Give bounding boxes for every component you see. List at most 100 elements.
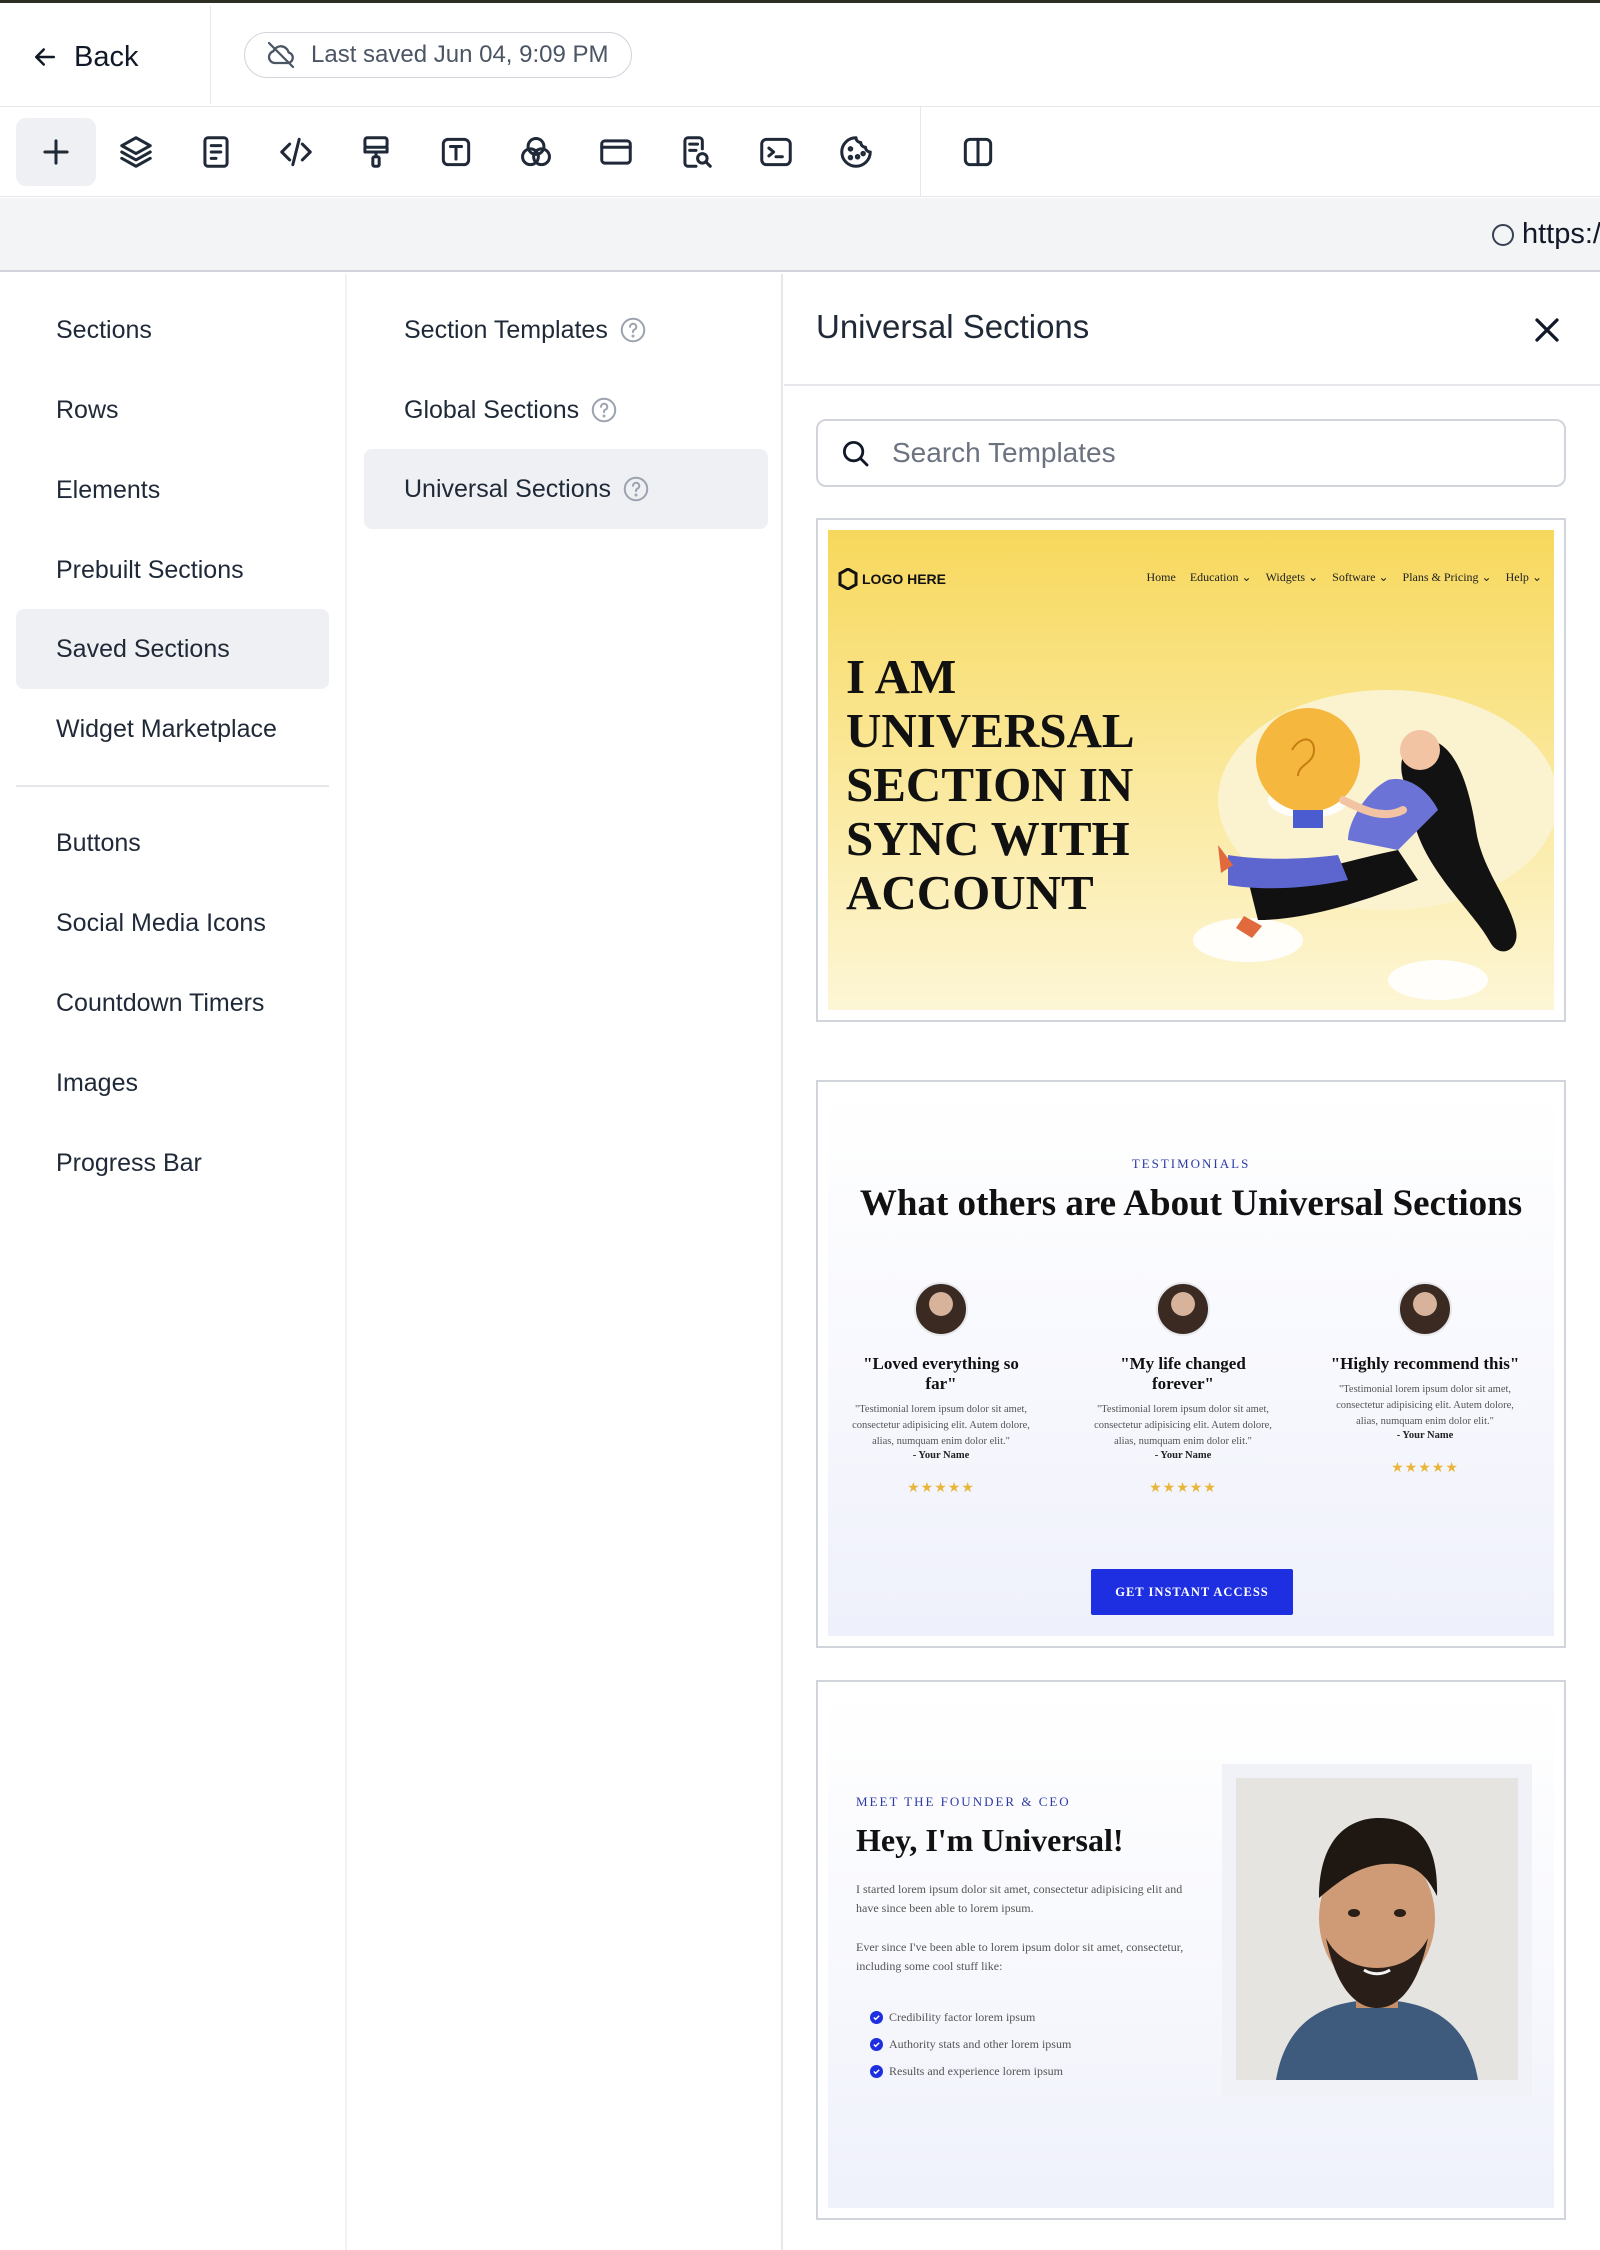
template-title: What others are About Universal Sections <box>859 1183 1523 1224</box>
seo-button[interactable] <box>656 118 736 186</box>
template-nav-item: Software ⌄ <box>1332 570 1389 584</box>
hexagon-logo-icon <box>838 568 858 590</box>
nav-item-images[interactable]: Images <box>16 1043 329 1123</box>
submenu-item-section-templates[interactable]: Section Templates <box>364 290 768 370</box>
nav-item-elements[interactable]: Elements <box>16 450 329 530</box>
add-elements-sidebar: Sections Rows Elements Prebuilt Sections… <box>0 274 345 2250</box>
template-card-hero[interactable]: LOGO HERE Home Education ⌄ Widgets ⌄ Sof… <box>816 518 1566 1022</box>
back-button[interactable]: Back <box>30 33 138 81</box>
nav-item-buttons[interactable]: Buttons <box>16 803 329 883</box>
checklist-item: Results and experience lorem ipsum <box>870 2058 1071 2085</box>
template-eyebrow: MEET THE FOUNDER & CEO <box>856 1794 1071 1809</box>
template-paragraph: I started lorem ipsum dolor sit amet, co… <box>856 1882 1183 1915</box>
template-nav-item: Help ⌄ <box>1505 570 1542 584</box>
cloud-off-icon <box>267 41 295 69</box>
avatar <box>1398 1282 1452 1336</box>
nav-item-widget-marketplace[interactable]: Widget Marketplace <box>16 689 329 769</box>
check-circle-icon <box>870 2065 883 2078</box>
template-nav-item: Education ⌄ <box>1189 570 1252 584</box>
nav-item-progress-bar[interactable]: Progress Bar <box>16 1123 329 1203</box>
template-preview: TESTIMONIALS What others are About Unive… <box>828 1092 1554 1636</box>
add-element-button[interactable] <box>16 118 96 186</box>
back-label: Back <box>74 40 139 73</box>
help-circle-icon[interactable] <box>618 315 648 345</box>
header-divider <box>210 6 211 104</box>
nav-item-saved-sections[interactable]: Saved Sections <box>16 609 329 689</box>
founder-photo <box>1236 1778 1518 2080</box>
panel-title: Universal Sections <box>816 308 1090 345</box>
submenu-item-universal-sections[interactable]: Universal Sections <box>364 449 768 529</box>
template-paragraph: Ever since I've been able to lorem ipsum… <box>856 1940 1184 1973</box>
testimonial-name: - Your Name <box>1396 1430 1454 1441</box>
help-circle-icon[interactable] <box>621 474 651 504</box>
submenu-item-label: Global Sections <box>404 395 580 424</box>
submenu-item-global-sections[interactable]: Global Sections <box>364 370 768 450</box>
search-input[interactable] <box>892 437 1532 469</box>
code-icon <box>280 137 312 167</box>
template-logo: LOGO HERE <box>838 568 946 590</box>
template-nav-item: Plans & Pricing ⌄ <box>1402 570 1492 584</box>
template-card-testimonials[interactable]: TESTIMONIALS What others are About Unive… <box>816 1080 1566 1648</box>
terminal-icon <box>760 137 792 167</box>
cookie-icon <box>840 136 872 168</box>
template-preview: MEET THE FOUNDER & CEO Hey, I'm Universa… <box>828 1692 1554 2208</box>
editor-toolbar <box>0 107 1600 197</box>
template-card-founder[interactable]: MEET THE FOUNDER & CEO Hey, I'm Universa… <box>816 1680 1566 2220</box>
styles-button[interactable] <box>336 118 416 186</box>
layout-button[interactable] <box>576 118 656 186</box>
close-icon[interactable] <box>1527 310 1567 350</box>
help-circle-icon[interactable] <box>589 395 619 425</box>
testimonial-column: "My life changed forever" "Testimonial l… <box>1088 1282 1278 1496</box>
template-preview: LOGO HERE Home Education ⌄ Widgets ⌄ Sof… <box>828 530 1554 1010</box>
split-view-button[interactable] <box>938 118 1018 186</box>
layers-icon <box>120 136 152 168</box>
checklist-text: Authority stats and other lorem ipsum <box>889 2037 1072 2051</box>
page-search-icon <box>683 136 712 168</box>
template-headline: I AM UNIVERSAL SECTION IN SYNC WITH ACCO… <box>846 649 1134 920</box>
nav-item-prebuilt-sections[interactable]: Prebuilt Sections <box>16 530 329 610</box>
text-icon <box>441 137 471 167</box>
check-circle-icon <box>870 2038 883 2051</box>
split-view-icon <box>963 137 993 167</box>
star-rating: ★★★★★ <box>907 1479 975 1495</box>
arrow-left-icon <box>35 48 55 66</box>
submenu-item-label: Universal Sections <box>404 474 612 503</box>
checklist-text: Results and experience lorem ipsum <box>889 2064 1063 2078</box>
plus-icon <box>43 139 69 165</box>
template-cta-button: GET INSTANT ACCESS <box>1091 1569 1293 1615</box>
testimonial-body: "Testimonial lorem ipsum dolor sit amet,… <box>852 1404 1030 1447</box>
blend-icon <box>521 137 551 167</box>
status-dot-icon <box>1492 224 1514 246</box>
testimonial-quote: "Loved everything so far" <box>863 1354 1019 1393</box>
nav-item-rows[interactable]: Rows <box>16 370 329 450</box>
preview-url[interactable]: https:/ <box>1522 218 1600 251</box>
typography-button[interactable] <box>416 118 496 186</box>
template-eyebrow: TESTIMONIALS <box>1131 1156 1251 1171</box>
code-button[interactable] <box>256 118 336 186</box>
nav-item-sections[interactable]: Sections <box>16 290 329 370</box>
pages-button[interactable] <box>176 118 256 186</box>
testimonial-column: "Highly recommend this" "Testimonial lor… <box>1330 1282 1520 1476</box>
toolbar-divider <box>920 107 921 197</box>
layers-button[interactable] <box>96 118 176 186</box>
founder-photo-frame <box>1222 1764 1532 2096</box>
browser-window-icon <box>600 139 632 165</box>
testimonial-column: "Loved everything so far" "Testimonial l… <box>846 1282 1036 1496</box>
colors-button[interactable] <box>496 118 576 186</box>
testimonial-body: "Testimonial lorem ipsum dolor sit amet,… <box>1336 1384 1514 1427</box>
template-search <box>816 419 1566 487</box>
custom-js-button[interactable] <box>736 118 816 186</box>
check-circle-icon <box>870 2011 883 2024</box>
testimonial-name: - Your Name <box>1154 1450 1212 1461</box>
cookie-consent-button[interactable] <box>816 118 896 186</box>
testimonial-body: "Testimonial lorem ipsum dolor sit amet,… <box>1094 1404 1272 1447</box>
saved-sections-submenu: Section Templates Global Sections Univer… <box>345 274 783 2250</box>
preview-url-bar: https:/ <box>0 198 1600 272</box>
logo-text: LOGO HERE <box>862 571 947 587</box>
page-icon <box>203 136 229 168</box>
template-nav-item: Home <box>1146 570 1176 584</box>
testimonial-quote: "My life changed forever" <box>1120 1354 1246 1393</box>
nav-item-countdown-timers[interactable]: Countdown Timers <box>16 963 329 1043</box>
template-nav: Home Education ⌄ Widgets ⌄ Software ⌄ Pl… <box>1147 570 1542 585</box>
nav-item-social-media-icons[interactable]: Social Media Icons <box>16 883 329 963</box>
